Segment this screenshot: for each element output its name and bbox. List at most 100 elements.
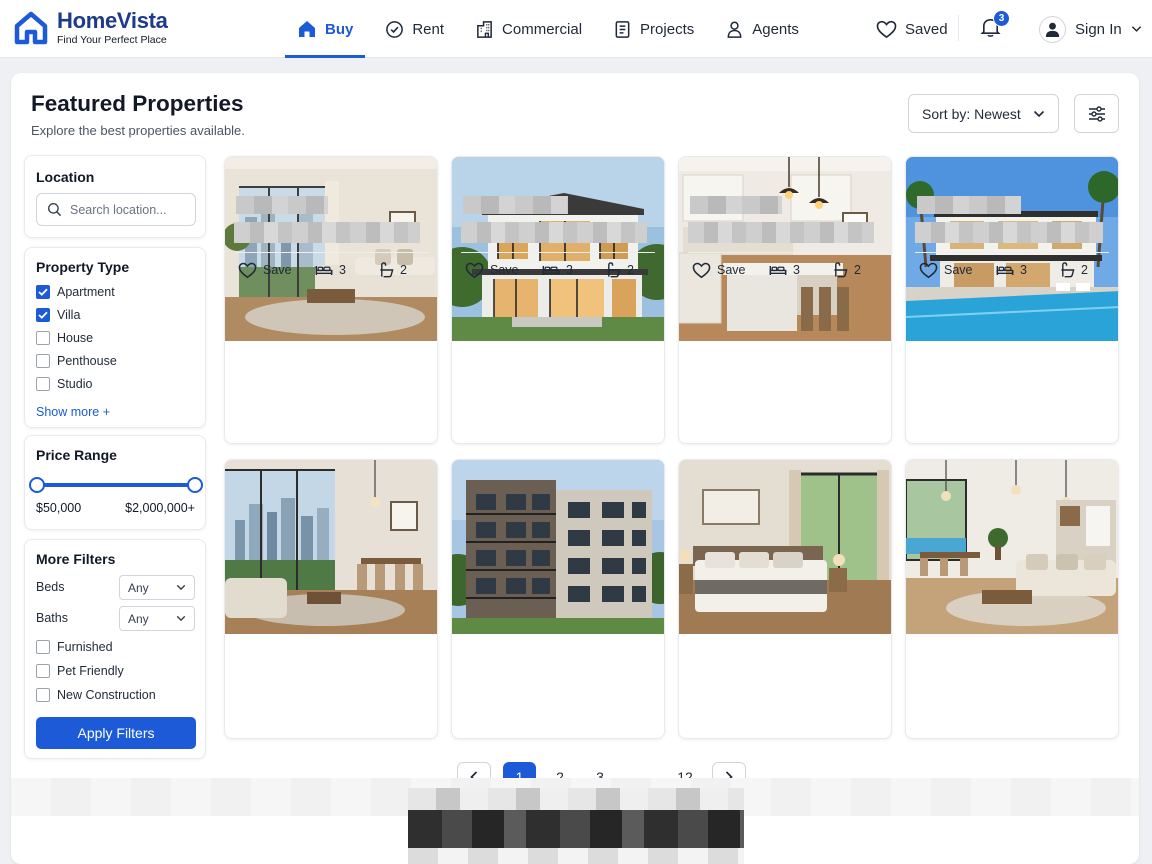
property-photo[interactable] [452,460,664,634]
card-divider [688,252,882,253]
property-price-redacted [690,196,782,214]
card-actions: Save 3 2 [692,260,883,280]
top-header: HomeVista Find Your Perfect Place Buy Re… [0,0,1152,58]
property-photo[interactable] [679,157,891,341]
baths-info: 2 [606,262,634,278]
nav-projects[interactable]: Projects [602,0,705,58]
brand-logo[interactable]: HomeVista Find Your Perfect Place [14,9,168,46]
property-card[interactable]: Save 3 2 [905,156,1119,444]
nav-agents[interactable]: Agents [714,0,810,58]
nav-rent[interactable]: Rent [374,0,455,58]
property-title-redacted [688,222,874,243]
bath-icon [380,262,394,278]
property-photo[interactable] [225,460,437,634]
baths-value: Any [128,611,149,626]
price-range-title: Price Range [36,447,117,463]
save-button[interactable]: Save [692,262,769,279]
baths-select[interactable]: Any [119,606,195,631]
checkbox-unchecked[interactable] [36,377,50,391]
nav-commercial-label: Commercial [502,20,583,38]
save-button[interactable]: Save [238,262,315,279]
saved-link[interactable]: Saved [876,0,948,58]
slider-min-handle[interactable] [29,477,45,493]
signin-label: Sign In [1075,20,1122,38]
property-card[interactable]: Save 3 2 [451,156,665,444]
nav-buy[interactable]: Buy [285,0,366,58]
card-divider [461,252,655,253]
beds-select[interactable]: Any [119,575,195,600]
heart-icon [876,20,897,38]
beds-count: 3 [339,263,346,277]
save-label: Save [717,263,746,277]
checkbox-new-construction[interactable]: New Construction [36,688,156,702]
baths-info: 2 [379,262,407,278]
location-search-input[interactable]: Search location... [36,193,196,226]
property-card[interactable]: Save 3 2 [678,156,892,444]
beds-label: Beds [36,580,65,594]
property-photo[interactable] [225,157,437,341]
checkbox-unchecked[interactable] [36,354,50,368]
chevron-down-icon [176,584,186,591]
sort-dropdown[interactable]: Sort by: Newest [908,94,1059,133]
more-filters-title: More Filters [36,551,116,567]
signin-button[interactable]: Sign In [1039,0,1142,58]
more-filters-card: More Filters Beds Any Baths Any Furnishe… [24,539,206,759]
slider-fill [37,483,195,487]
checkbox-unchecked[interactable] [36,331,50,345]
location-placeholder: Search location... [70,202,167,217]
checkbox-unchecked[interactable] [36,688,50,702]
slider-max-handle[interactable] [187,477,203,493]
beds-value: Any [128,580,149,595]
property-price-redacted [917,196,1021,214]
bath-icon [1061,262,1075,278]
check-circle-icon [386,20,404,38]
checkbox-house[interactable]: House [36,331,93,345]
checkbox-penthouse[interactable]: Penthouse [36,354,117,368]
beds-info: 3 [315,263,379,277]
heart-icon [238,262,257,278]
property-card[interactable]: Save 3 2 [678,459,892,739]
filter-settings-button[interactable] [1074,94,1119,133]
checkbox-checked[interactable] [36,308,50,322]
notification-badge: 3 [993,10,1010,27]
property-photo[interactable] [906,157,1118,341]
main-nav: Buy Rent Commercial Projects Agents [285,0,819,58]
checkbox-label: Furnished [57,640,113,654]
bed-icon [996,265,1014,275]
checkbox-studio[interactable]: Studio [36,377,92,391]
price-max-label: $2,000,000+ [125,501,195,515]
checkbox-checked[interactable] [36,285,50,299]
heart-icon [465,262,484,278]
beds-info: 3 [769,263,833,277]
save-button[interactable]: Save [465,262,542,279]
show-more-link[interactable]: Show more + [36,405,110,419]
price-range-slider[interactable] [29,477,203,493]
baths-label: Baths [36,611,68,625]
property-title-redacted [915,222,1103,243]
beds-count: 3 [1020,263,1027,277]
property-photo[interactable] [906,460,1118,634]
checkbox-pet-friendly[interactable]: Pet Friendly [36,664,124,678]
apply-filters-button[interactable]: Apply Filters [36,717,196,749]
property-photo[interactable] [679,460,891,634]
save-button[interactable]: Save [919,262,996,279]
beds-count: 3 [793,263,800,277]
checkbox-furnished[interactable]: Furnished [36,640,113,654]
checkbox-apartment[interactable]: Apartment [36,285,115,299]
property-card[interactable]: Save 3 2 [224,156,438,444]
bed-icon [315,265,333,275]
checkbox-villa[interactable]: Villa [36,308,80,322]
nav-commercial[interactable]: Commercial [464,0,593,58]
property-title-redacted [461,222,647,243]
person-icon [727,21,742,38]
property-photo[interactable] [452,157,664,341]
property-card[interactable]: Save 3 2 [451,459,665,739]
property-card[interactable]: Save 3 2 [905,459,1119,739]
card-actions: Save 3 2 [238,260,429,280]
nav-rent-label: Rent [412,20,445,38]
checkbox-unchecked[interactable] [36,664,50,678]
check-icon [38,311,48,319]
checkbox-unchecked[interactable] [36,640,50,654]
property-card[interactable]: Save 3 2 [224,459,438,739]
price-range-card: Price Range $50,000 $2,000,000+ [24,435,206,530]
